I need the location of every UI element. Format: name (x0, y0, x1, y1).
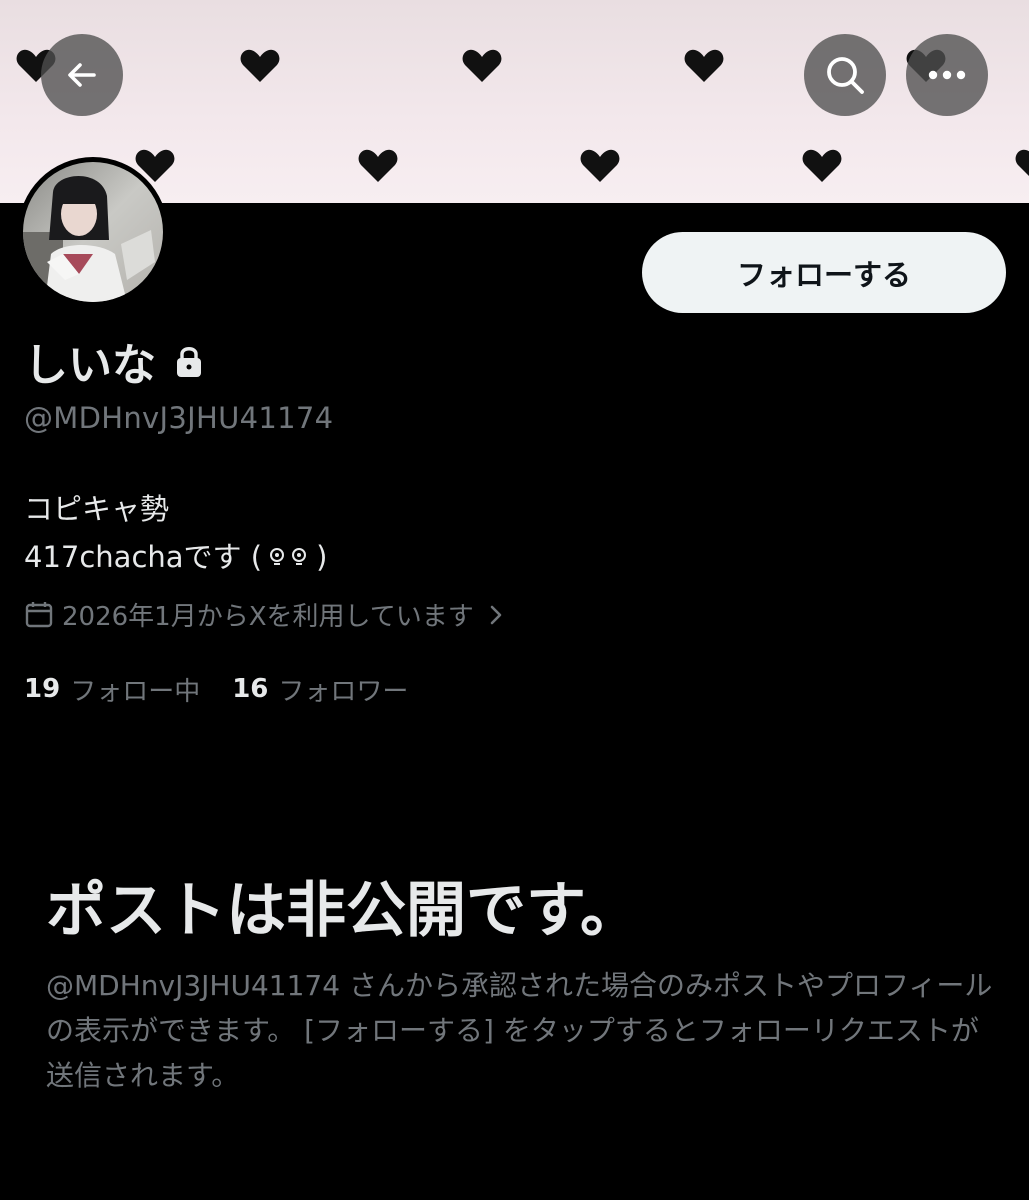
more-button[interactable] (906, 34, 988, 116)
joined-date[interactable]: 2026年1月からXを利用しています (24, 596, 506, 632)
bio-line-2: 417chachaです ( ) (24, 533, 327, 581)
bio-line-2-text: 417chachaです ( (24, 540, 263, 574)
search-icon (824, 54, 866, 96)
calendar-icon (24, 599, 54, 629)
heart-icon (240, 48, 280, 84)
follow-stats: 19 フォロー中 16 フォロワー (24, 670, 440, 708)
heart-icon (580, 148, 620, 184)
heart-icon (462, 48, 502, 84)
avatar[interactable] (18, 157, 168, 307)
profile-bio: コピキャ勢 417chachaです ( ) (24, 485, 327, 581)
heart-icon (1015, 148, 1029, 184)
profile-handle: @MDHnvJ3JHU41174 (24, 401, 334, 435)
chevron-right-icon (486, 603, 506, 625)
heart-icon (684, 48, 724, 84)
lock-icon (174, 344, 204, 378)
followers-count: 16 (232, 674, 269, 704)
joined-text: 2026年1月からXを利用しています (62, 601, 474, 632)
private-posts-description: @MDHnvJ3JHU41174 さんから承認された場合のみポストやプロフィール… (46, 969, 993, 1092)
following-count: 19 (24, 674, 61, 704)
more-horizontal-icon (927, 69, 967, 81)
heart-icon (358, 148, 398, 184)
arrow-left-icon (64, 57, 100, 93)
private-posts-title: ポストは非公開です。 (46, 876, 640, 946)
display-name: しいな (24, 333, 204, 391)
crying-face-emoji-icon (268, 545, 310, 569)
display-name-text: しいな (24, 340, 156, 391)
back-button[interactable] (41, 34, 123, 116)
following-link[interactable]: 19 フォロー中 (24, 671, 200, 708)
followers-label: フォロワー (278, 676, 409, 707)
search-button[interactable] (804, 34, 886, 116)
following-label: フォロー中 (70, 676, 201, 707)
bio-line-2-end: ) (316, 540, 328, 574)
bio-line-1: コピキャ勢 (24, 492, 170, 526)
heart-icon (802, 148, 842, 184)
follow-button[interactable]: フォローする (642, 232, 1006, 313)
followers-link[interactable]: 16 フォロワー (232, 671, 408, 708)
